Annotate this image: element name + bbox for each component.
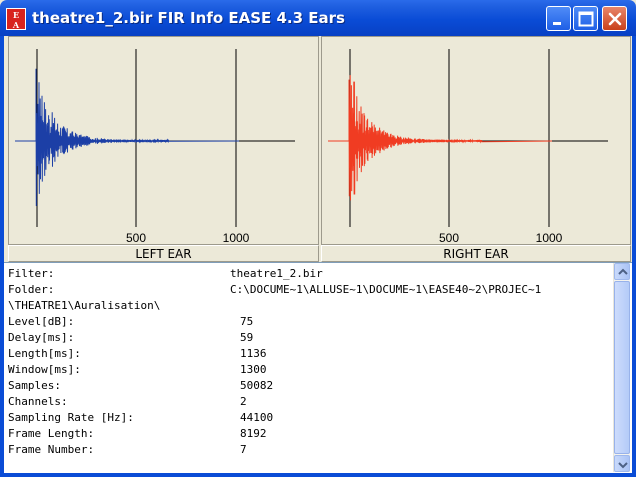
right-ear-plot: 500 1000 — [321, 36, 631, 245]
info-value: 59 — [240, 331, 254, 344]
info-row: Channels: 2 — [8, 394, 612, 410]
info-lines: Filter: theatre1_2.bir Folder: C:\DOCUME… — [8, 266, 612, 458]
info-key: Samples: — [8, 379, 61, 392]
minimize-icon — [553, 22, 561, 25]
chevron-down-icon — [618, 462, 628, 469]
info-value: theatre1_2.bir — [230, 267, 323, 280]
tick-label: 1000 — [536, 231, 563, 244]
plot-area: 500 1000 500 1000 LEFT EAR RIGHT EAR — [4, 36, 632, 262]
info-value: 8192 — [240, 427, 267, 440]
window-frame-right — [632, 36, 636, 477]
info-key: Folder: — [8, 283, 55, 296]
waveform-trace — [15, 68, 240, 207]
ease-logo-icon[interactable]: EA — [6, 8, 26, 30]
info-key: Window[ms]: — [8, 363, 81, 376]
scroll-up-button[interactable] — [614, 263, 630, 280]
info-value: 2 — [240, 395, 247, 408]
close-icon — [608, 12, 622, 26]
right-ear-plot-canvas: 500 1000 — [328, 49, 608, 244]
info-value: 75 — [240, 315, 254, 328]
window-title: theatre1_2.bir FIR Info EASE 4.3 Ears — [32, 9, 345, 27]
info-value: 1136 — [240, 347, 267, 360]
left-ear-plot-canvas: 500 1000 — [15, 49, 295, 244]
tick-label: 500 — [439, 231, 459, 244]
info-value: 7 — [240, 443, 247, 456]
maximize-button[interactable] — [573, 6, 598, 31]
scroll-down-button[interactable] — [614, 455, 630, 472]
info-key: Frame Length: — [8, 427, 95, 440]
info-value-continued: \THEATRE1\Auralisation\ — [8, 299, 161, 312]
info-value: C:\DOCUME~1\ALLUSE~1\DOCUME~1\EASE40~2\P… — [230, 283, 542, 296]
info-key: Length[ms]: — [8, 347, 81, 360]
info-key: Delay[ms]: — [8, 331, 75, 344]
window-frame-bottom — [0, 473, 636, 477]
info-row: \THEATRE1\Auralisation\ — [8, 298, 612, 314]
info-value: 44100 — [240, 411, 274, 424]
scroll-thumb[interactable] — [614, 281, 630, 454]
chevron-up-icon — [618, 268, 628, 275]
left-ear-label: LEFT EAR — [8, 245, 319, 262]
info-row: Samples: 50082 — [8, 378, 612, 394]
info-row: Level[dB]: 75 — [8, 314, 612, 330]
info-value: 1300 — [240, 363, 267, 376]
minimize-button[interactable] — [546, 6, 571, 31]
info-value: 50082 — [240, 379, 274, 392]
info-row: Frame Length: 8192 — [8, 426, 612, 442]
info-key: Frame Number: — [8, 443, 95, 456]
info-key: Sampling Rate [Hz]: — [8, 411, 134, 424]
info-row: Filter: theatre1_2.bir — [8, 266, 612, 282]
vertical-scrollbar[interactable] — [613, 263, 630, 472]
info-row: Length[ms]: 1136 — [8, 346, 612, 362]
info-row: Window[ms]: 1300 — [8, 362, 612, 378]
info-row: Frame Number: 7 — [8, 442, 612, 458]
info-textbox[interactable]: Filter: theatre1_2.bir Folder: C:\DOCUME… — [4, 262, 632, 473]
waveform-trace — [328, 75, 553, 201]
info-row: Folder: C:\DOCUME~1\ALLUSE~1\DOCUME~1\EA… — [8, 282, 612, 298]
info-row: Sampling Rate [Hz]: 44100 — [8, 410, 612, 426]
info-key: Filter: — [8, 267, 55, 280]
tick-label: 500 — [126, 231, 146, 244]
info-key: Level[dB]: — [8, 315, 75, 328]
left-ear-plot: 500 1000 — [8, 36, 319, 245]
info-key: Channels: — [8, 395, 68, 408]
tick-label: 1000 — [223, 231, 250, 244]
close-button[interactable] — [602, 6, 627, 31]
title-bar[interactable]: EA theatre1_2.bir FIR Info EASE 4.3 Ears — [0, 0, 636, 36]
right-ear-label: RIGHT EAR — [321, 245, 631, 262]
maximize-icon — [578, 11, 594, 27]
info-row: Delay[ms]: 59 — [8, 330, 612, 346]
